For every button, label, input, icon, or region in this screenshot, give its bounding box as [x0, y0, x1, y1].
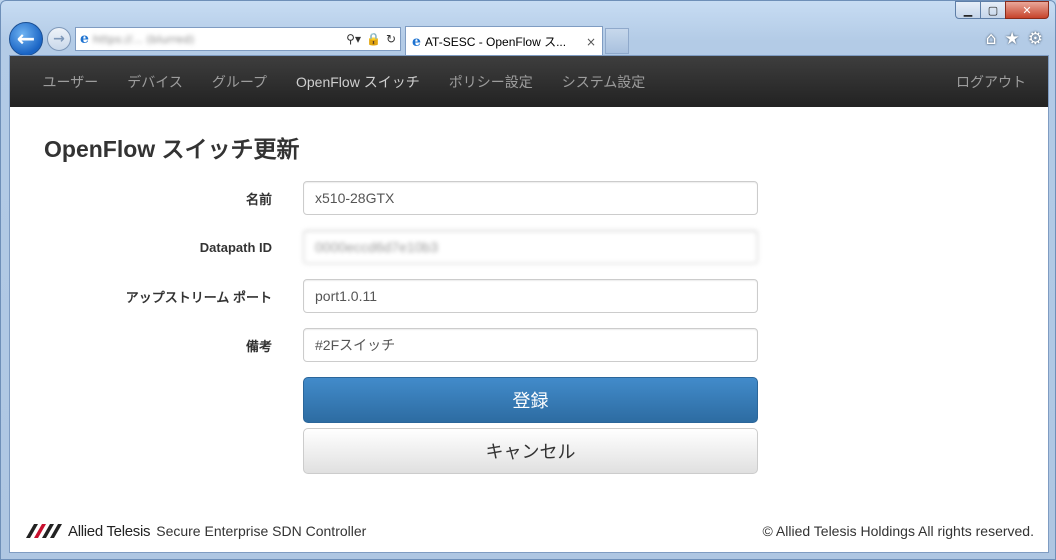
nav-item-openflow-switch[interactable]: OpenFlow スイッチ — [282, 72, 435, 92]
note-label: 備考 — [245, 338, 272, 354]
upstream-port-label: アップストリーム ポート — [125, 289, 272, 305]
note-input[interactable] — [303, 328, 758, 362]
new-tab-button[interactable] — [605, 28, 629, 54]
footer: Allied Telesis Secure Enterprise SDN Con… — [10, 520, 1048, 542]
nav-item-policy-settings[interactable]: ポリシー設定 — [434, 72, 547, 92]
window-controls: ▁ ▢ ✕ — [955, 1, 1049, 19]
cancel-button[interactable]: キャンセル — [303, 428, 758, 474]
datapath-id-label: Datapath ID — [199, 239, 272, 255]
submit-button[interactable]: 登録 — [303, 377, 758, 423]
product-name: Secure Enterprise SDN Controller — [156, 523, 367, 539]
page-viewport: ユーザー デバイス グループ OpenFlow スイッチ ポリシー設定 システム… — [9, 55, 1049, 553]
logout-link[interactable]: ログアウト — [942, 72, 1031, 92]
back-button[interactable]: ← — [9, 22, 43, 56]
close-window-button[interactable]: ✕ — [1005, 1, 1049, 19]
datapath-id-input[interactable] — [303, 230, 758, 264]
search-icon[interactable]: ⚲▾ — [346, 32, 361, 46]
browser-window: ▁ ▢ ✕ ← → e https://... (blurred) ⚲▾ 🔒 ↻… — [0, 0, 1056, 560]
favorites-star-icon[interactable]: ★ — [1005, 29, 1020, 49]
name-label: 名前 — [245, 191, 272, 207]
form-row-upstream: アップストリーム ポート — [10, 279, 1048, 313]
ie-icon: e — [80, 31, 89, 47]
nav-item-groups[interactable]: グループ — [197, 72, 281, 92]
tab-ie-icon: e — [412, 33, 421, 50]
tab-title: AT-SESC - OpenFlow ス... — [424, 35, 567, 49]
form-row-name: 名前 — [10, 181, 1048, 215]
lock-icon[interactable]: 🔒 — [366, 32, 381, 46]
maximize-button[interactable]: ▢ — [980, 1, 1006, 19]
page-title: OpenFlow スイッチ更新 — [44, 136, 300, 162]
nav-item-system-settings[interactable]: システム設定 — [547, 72, 660, 92]
name-input[interactable] — [303, 181, 758, 215]
nav-item-devices[interactable]: デバイス — [113, 72, 198, 92]
browser-tab[interactable]: e AT-SESC - OpenFlow ス... × — [405, 26, 603, 56]
nav-item-users[interactable]: ユーザー — [28, 72, 113, 92]
browser-toolbar: ← → e https://... (blurred) ⚲▾ 🔒 ↻ e AT-… — [9, 22, 1049, 56]
browser-right-icons: ⌂ ★ ⚙ — [986, 29, 1049, 49]
refresh-icon[interactable]: ↻ — [386, 32, 396, 46]
forward-button[interactable]: → — [47, 27, 71, 51]
home-icon[interactable]: ⌂ — [986, 29, 997, 49]
form-row-note: 備考 — [10, 328, 1048, 362]
upstream-port-input[interactable] — [303, 279, 758, 313]
tab-close-icon[interactable]: × — [586, 35, 596, 49]
address-bar[interactable]: e https://... (blurred) ⚲▾ 🔒 ↻ — [75, 27, 401, 51]
copyright: © Allied Telesis Holdings All rights res… — [762, 523, 1034, 539]
form-row-datapath: Datapath ID — [10, 230, 1048, 264]
allied-telesis-logo-icon — [26, 524, 62, 538]
brand-name: Allied Telesis — [68, 522, 151, 540]
url-text[interactable]: https://... (blurred) — [93, 33, 346, 46]
allied-telesis-logo: Allied Telesis — [26, 522, 151, 540]
top-navbar: ユーザー デバイス グループ OpenFlow スイッチ ポリシー設定 システム… — [10, 56, 1048, 107]
gear-icon[interactable]: ⚙ — [1028, 29, 1043, 49]
minimize-button[interactable]: ▁ — [955, 1, 981, 19]
address-icons: ⚲▾ 🔒 ↻ — [346, 32, 396, 46]
